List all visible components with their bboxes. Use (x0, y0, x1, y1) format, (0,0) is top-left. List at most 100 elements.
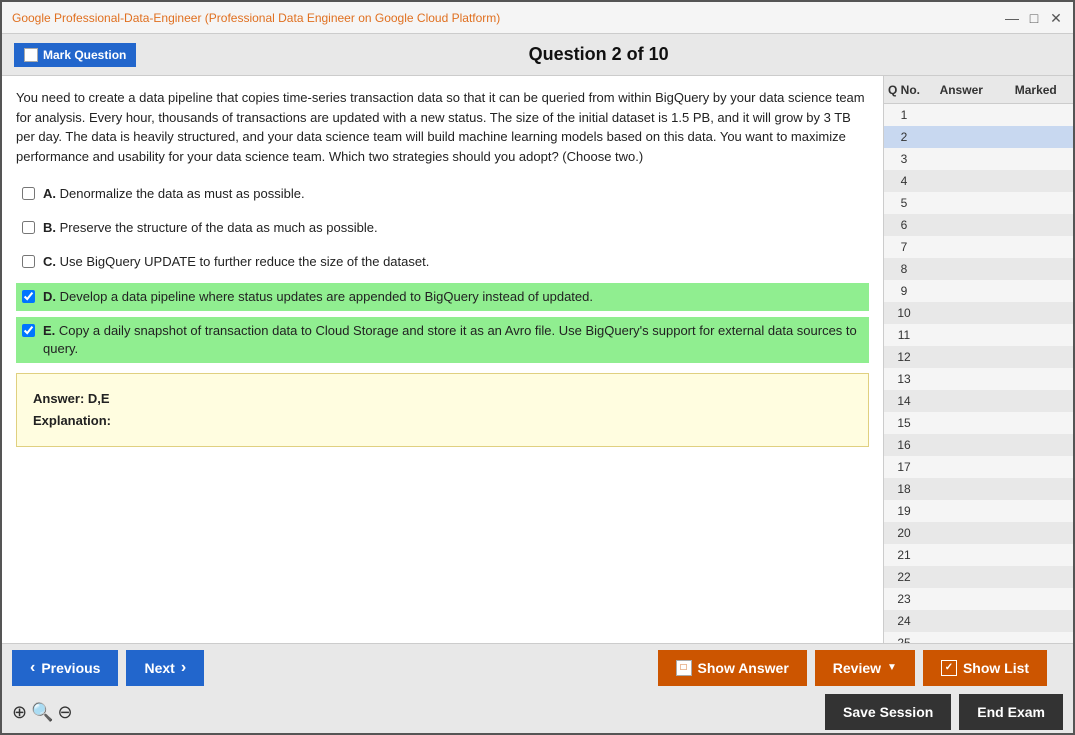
option-item-e[interactable]: E. Copy a daily snapshot of transaction … (16, 317, 869, 363)
minimize-button[interactable]: — (1005, 11, 1019, 25)
sidebar-row[interactable]: 20 (884, 522, 1073, 544)
toolbar: ■ Mark Question Question 2 of 10 (2, 34, 1073, 76)
save-session-label: Save Session (843, 704, 933, 720)
next-button[interactable]: Next › (126, 650, 204, 686)
previous-button[interactable]: ‹ Previous (12, 650, 118, 686)
sidebar-row[interactable]: 25 (884, 632, 1073, 643)
sidebar-qno: 10 (884, 306, 924, 320)
sidebar-qno: 6 (884, 218, 924, 232)
sidebar-row[interactable]: 1 (884, 104, 1073, 126)
end-exam-label: End Exam (977, 704, 1045, 720)
option-checkbox-d[interactable] (22, 290, 35, 303)
sidebar-row[interactable]: 12 (884, 346, 1073, 368)
sidebar-qno: 3 (884, 152, 924, 166)
show-answer-button[interactable]: □ Show Answer (658, 650, 807, 686)
sidebar-row[interactable]: 24 (884, 610, 1073, 632)
next-label: Next (144, 660, 174, 676)
option-checkbox-a[interactable] (22, 187, 35, 200)
sidebar-col-answer: Answer (924, 83, 999, 97)
sidebar-row[interactable]: 9 (884, 280, 1073, 302)
option-label-a: A. Denormalize the data as must as possi… (43, 185, 305, 203)
bottom-nav: ‹ Previous Next › □ Show Answer Review ▼… (2, 643, 1073, 733)
zoom-controls: ⊕ 🔍 ⊖ (12, 702, 73, 723)
sidebar-qno: 13 (884, 372, 924, 386)
zoom-reset-button[interactable]: 🔍 (31, 702, 53, 723)
sidebar-qno: 2 (884, 130, 924, 144)
sidebar-header: Q No. Answer Marked (884, 76, 1073, 104)
sidebar-qno: 23 (884, 592, 924, 606)
option-checkbox-b[interactable] (22, 221, 35, 234)
question-panel: You need to create a data pipeline that … (2, 76, 883, 643)
right-arrow-icon: › (181, 659, 186, 677)
sidebar-row[interactable]: 10 (884, 302, 1073, 324)
sidebar-qno: 24 (884, 614, 924, 628)
sidebar-qno: 21 (884, 548, 924, 562)
sidebar-row[interactable]: 17 (884, 456, 1073, 478)
option-item-a[interactable]: A. Denormalize the data as must as possi… (16, 180, 869, 208)
option-label-b: B. Preserve the structure of the data as… (43, 219, 378, 237)
sidebar-qno: 7 (884, 240, 924, 254)
sidebar-col-qno: Q No. (884, 83, 924, 97)
option-checkbox-c[interactable] (22, 255, 35, 268)
sidebar-row[interactable]: 14 (884, 390, 1073, 412)
sidebar-row[interactable]: 6 (884, 214, 1073, 236)
sidebar-list[interactable]: 1234567891011121314151617181920212223242… (884, 104, 1073, 643)
sidebar-qno: 25 (884, 636, 924, 643)
options-list: A. Denormalize the data as must as possi… (16, 180, 869, 363)
app-window: Google Professional-Data-Engineer (Profe… (0, 0, 1075, 735)
mark-checkbox-icon: ■ (24, 48, 38, 62)
review-button[interactable]: Review ▼ (815, 650, 915, 686)
sidebar-row[interactable]: 16 (884, 434, 1073, 456)
answer-line: Answer: D,E (33, 388, 852, 410)
sidebar-row[interactable]: 22 (884, 566, 1073, 588)
show-list-check-icon: ✓ (941, 660, 957, 676)
option-checkbox-e[interactable] (22, 324, 35, 337)
sidebar-row[interactable]: 15 (884, 412, 1073, 434)
sidebar-row[interactable]: 18 (884, 478, 1073, 500)
question-title: Question 2 of 10 (136, 44, 1061, 65)
sidebar-row[interactable]: 2 (884, 126, 1073, 148)
sidebar-row[interactable]: 3 (884, 148, 1073, 170)
sidebar-row[interactable]: 7 (884, 236, 1073, 258)
sidebar-qno: 5 (884, 196, 924, 210)
end-exam-button[interactable]: End Exam (959, 694, 1063, 730)
sidebar-row[interactable]: 21 (884, 544, 1073, 566)
question-text: You need to create a data pipeline that … (16, 88, 869, 166)
sidebar-row[interactable]: 23 (884, 588, 1073, 610)
sidebar-qno: 18 (884, 482, 924, 496)
mark-button-label: Mark Question (43, 48, 126, 62)
window-title: Google Professional-Data-Engineer (Profe… (12, 11, 500, 25)
option-item-d[interactable]: D. Develop a data pipeline where status … (16, 283, 869, 311)
explanation-line: Explanation: (33, 410, 852, 432)
option-item-c[interactable]: C. Use BigQuery UPDATE to further reduce… (16, 248, 869, 276)
close-button[interactable]: ✕ (1049, 11, 1063, 25)
mark-question-button[interactable]: ■ Mark Question (14, 43, 136, 67)
sidebar-qno: 16 (884, 438, 924, 452)
show-list-label: Show List (963, 660, 1029, 676)
review-dropdown-icon: ▼ (887, 662, 897, 673)
sidebar-row[interactable]: 19 (884, 500, 1073, 522)
sidebar-qno: 20 (884, 526, 924, 540)
show-list-button[interactable]: ✓ Show List (923, 650, 1047, 686)
sidebar-row[interactable]: 8 (884, 258, 1073, 280)
sidebar-row[interactable]: 13 (884, 368, 1073, 390)
sidebar-row[interactable]: 4 (884, 170, 1073, 192)
sidebar-qno: 19 (884, 504, 924, 518)
previous-label: Previous (41, 660, 100, 676)
zoom-in-button[interactable]: ⊕ (12, 702, 27, 723)
answer-box: Answer: D,E Explanation: (16, 373, 869, 447)
sidebar-qno: 15 (884, 416, 924, 430)
sidebar-qno: 1 (884, 108, 924, 122)
sidebar-qno: 12 (884, 350, 924, 364)
sidebar-col-marked: Marked (999, 83, 1074, 97)
main-area: You need to create a data pipeline that … (2, 76, 1073, 643)
sidebar-row[interactable]: 11 (884, 324, 1073, 346)
sidebar-qno: 4 (884, 174, 924, 188)
option-item-b[interactable]: B. Preserve the structure of the data as… (16, 214, 869, 242)
zoom-out-button[interactable]: ⊖ (58, 702, 73, 723)
left-arrow-icon: ‹ (30, 659, 35, 677)
nav-row-1: ‹ Previous Next › □ Show Answer Review ▼… (2, 644, 1073, 691)
maximize-button[interactable]: □ (1027, 11, 1041, 25)
sidebar-row[interactable]: 5 (884, 192, 1073, 214)
save-session-button[interactable]: Save Session (825, 694, 951, 730)
